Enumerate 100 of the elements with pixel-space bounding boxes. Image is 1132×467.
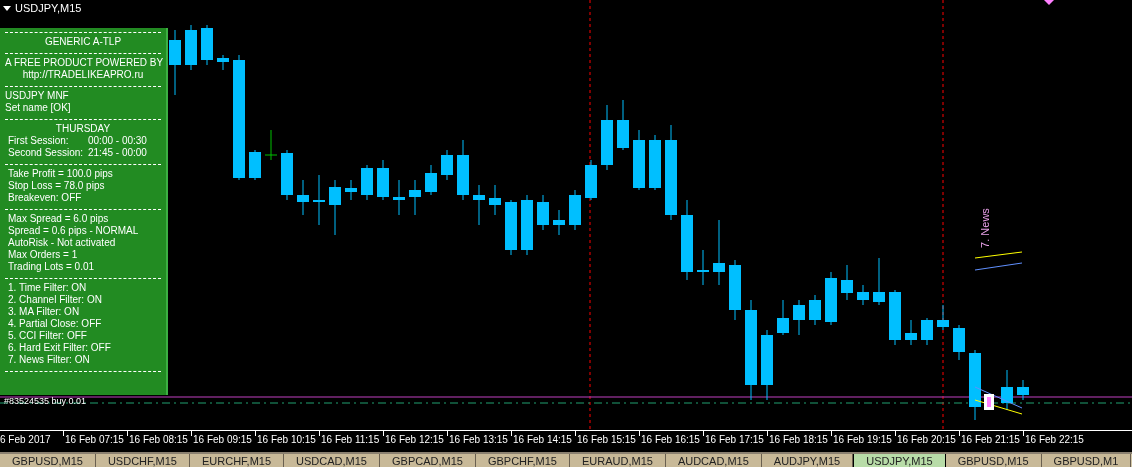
candlestick [857, 284, 869, 306]
candlestick [809, 294, 821, 326]
chart-tab[interactable]: USDCHF,M15 [95, 454, 190, 467]
session-label: Second Session: [8, 147, 85, 159]
time-axis-label: 16 Feb 18:15 [769, 434, 828, 446]
candlestick [489, 184, 501, 216]
panel-text: USDJPY MNF [5, 90, 70, 102]
chart-tab[interactable]: GBPCHF,M15 [475, 454, 570, 467]
time-axis-label: 16 Feb 21:15 [961, 434, 1020, 446]
panel-text: 5. CCI Filter: OFF [7, 330, 88, 342]
candlestick [777, 299, 789, 336]
chart-tab[interactable]: USDJPY,M15 [853, 454, 946, 467]
candlestick [841, 264, 853, 301]
candlestick [377, 159, 389, 201]
candlestick [409, 179, 421, 216]
chart-tab[interactable]: GBPUSD,M15 [0, 454, 96, 467]
candlestick [185, 24, 197, 71]
candlestick [617, 99, 629, 151]
indicator-line [974, 251, 1023, 259]
candlestick [601, 104, 613, 171]
candlestick [473, 184, 485, 226]
chart-tab[interactable]: GBPUSD,M15 [945, 454, 1042, 467]
candlestick [313, 174, 325, 226]
candlestick [825, 271, 837, 326]
candlestick [425, 164, 437, 196]
candlestick [361, 164, 373, 201]
panel-text: Set name [OK] [5, 102, 72, 114]
time-axis-label: 16 Feb 22:15 [1025, 434, 1084, 446]
indicator-line [974, 262, 1023, 271]
candlestick [393, 179, 405, 216]
candlestick [521, 194, 533, 256]
candlestick [169, 29, 181, 96]
candlestick [249, 149, 261, 181]
time-axis-label: 16 Feb 15:15 [577, 434, 636, 446]
time-axis-label: 16 Feb 16:15 [641, 434, 700, 446]
diamond-marker-icon [1044, 0, 1054, 5]
candlestick [649, 134, 661, 191]
candlestick [713, 219, 725, 286]
candlestick [281, 149, 293, 201]
chart-tab[interactable]: EURCHF,M15 [190, 454, 285, 467]
time-axis-label: 16 Feb 10:15 [257, 434, 316, 446]
chart-tab[interactable]: USDCAD,M15 [284, 454, 380, 467]
chart-tab[interactable]: AUDCAD,M15 [665, 454, 762, 467]
panel-text: 2. Channel Filter: ON [7, 294, 103, 306]
panel-text: http://TRADELIKEAPRO.ru [21, 69, 145, 81]
time-axis-label: 16 Feb 19:15 [833, 434, 892, 446]
panel-text: Breakeven: OFF [7, 192, 83, 204]
candlestick [921, 317, 933, 346]
time-axis-label: 16 Feb 13:15 [449, 434, 508, 446]
candlestick [761, 329, 773, 401]
chart-tab[interactable]: AUDJPY,M15 [761, 454, 854, 467]
candlestick [953, 324, 965, 361]
candlestick [201, 24, 213, 66]
chart-title: USDJPY,M15 [15, 1, 82, 15]
candlestick [441, 149, 453, 181]
panel-text: GENERIC A-TLP [43, 36, 123, 48]
panel-text: Spread = 0.6 pips - NORMAL [7, 225, 140, 237]
candlestick [969, 349, 981, 421]
order-label: #83524535 buy 0.01 [4, 396, 87, 406]
trade-marker-icon [984, 394, 994, 410]
panel-heading: THURSDAY [54, 123, 112, 135]
panel-text: AutoRisk - Not activated [7, 237, 117, 249]
news-label: 7. News [978, 208, 991, 248]
session-label: First Session: [8, 135, 70, 147]
candlestick [345, 179, 357, 201]
candlestick [873, 257, 885, 306]
chart-tab[interactable]: EURAUD,M15 [570, 454, 666, 467]
chart-tab[interactable]: GBPCAD,M15 [380, 454, 476, 467]
candlestick [1001, 369, 1013, 411]
panel-text: 4. Partial Close: OFF [7, 318, 103, 330]
dropdown-icon[interactable] [3, 5, 11, 11]
time-axis-label: 16 Feb 11:15 [321, 434, 380, 446]
candlestick [697, 249, 709, 286]
panel-text: Take Profit = 100.0 pips [7, 168, 114, 180]
time-axis-label: 16 Feb 09:15 [193, 434, 252, 446]
panel-text: Stop Loss = 78.0 pips [7, 180, 106, 192]
candlestick [505, 199, 517, 256]
candlestick [793, 299, 805, 336]
candlestick [729, 259, 741, 321]
time-axis-label: 16 Feb 12:15 [385, 434, 444, 446]
candlestick [537, 194, 549, 231]
time-axis-label: 6 Feb 2017 [0, 434, 51, 446]
panel-text: Max Spread = 6.0 pips [7, 213, 110, 225]
candlestick [937, 304, 949, 331]
candlestick [889, 289, 901, 346]
chart-tab[interactable]: GBPUSD,M1 [1041, 454, 1132, 467]
candlestick [297, 179, 309, 216]
session-time: 00:00 - 00:30 [88, 135, 147, 147]
panel-text: 1. Time Filter: ON [7, 282, 88, 294]
candlestick [217, 54, 229, 71]
panel-text: A FREE PRODUCT POWERED BY [5, 57, 161, 69]
time-axis-label: 16 Feb 14:15 [513, 434, 572, 446]
candlestick [585, 159, 597, 201]
candlestick [569, 189, 581, 231]
candlestick [457, 139, 469, 201]
panel-text: 7. News Filter: ON [7, 354, 91, 366]
panel-text: Max Orders = 1 [7, 249, 79, 261]
panel-text: Trading Lots = 0.01 [7, 261, 96, 273]
candlestick [633, 129, 645, 191]
candlestick [553, 209, 565, 236]
